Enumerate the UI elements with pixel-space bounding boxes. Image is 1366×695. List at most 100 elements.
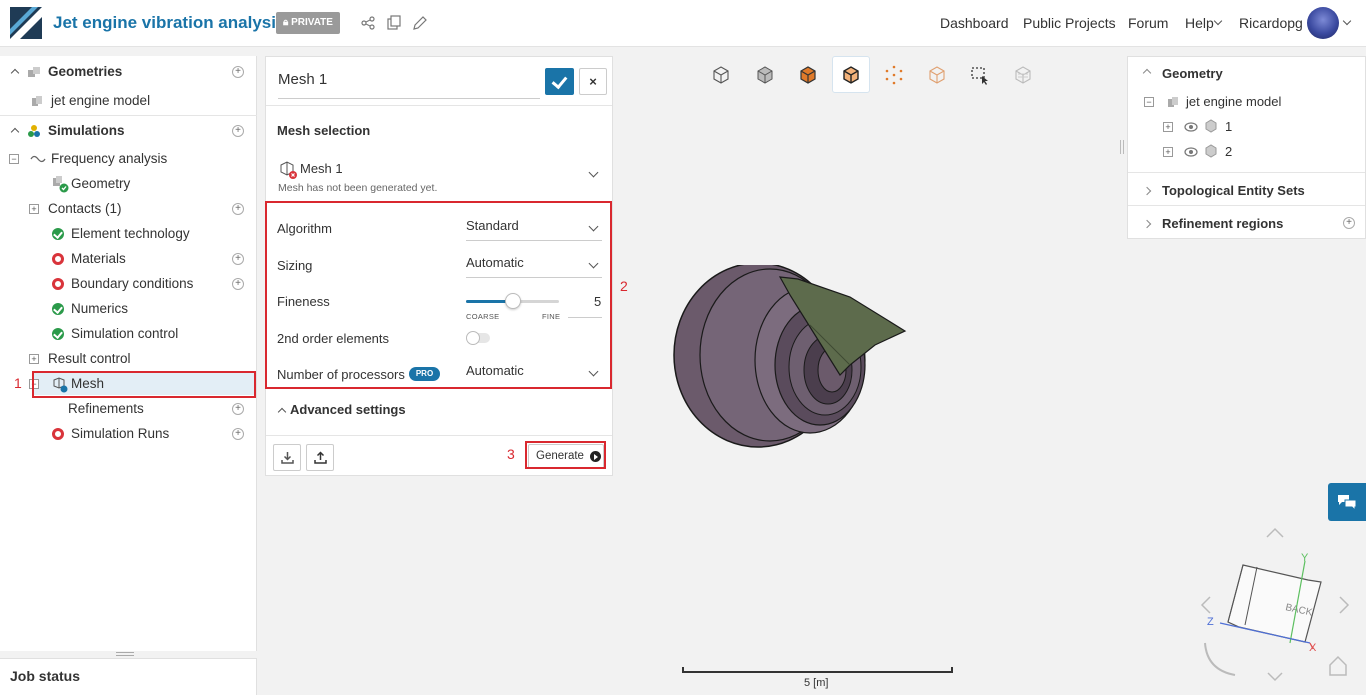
user-chevron-down-icon[interactable] xyxy=(1342,16,1352,26)
hidden-parts-cube-icon[interactable] xyxy=(1010,62,1036,88)
expand-icon[interactable]: + xyxy=(1163,147,1173,157)
tree-item-result-control-label: Result control xyxy=(48,351,131,366)
view-edges-cube-icon[interactable] xyxy=(838,62,864,88)
tree-item-result-control[interactable]: + Result control xyxy=(0,348,257,370)
tree-item-simulation-runs[interactable]: Simulation Runs + xyxy=(0,423,257,445)
project-title[interactable]: Jet engine vibration analysis xyxy=(53,13,285,33)
upload-icon xyxy=(314,451,327,464)
simscale-logo-icon[interactable] xyxy=(10,7,42,39)
close-button[interactable]: × xyxy=(579,68,607,95)
add-contact-icon[interactable]: + xyxy=(232,203,244,215)
axis-x-label: X xyxy=(1309,642,1317,654)
copy-icon[interactable] xyxy=(386,15,402,31)
view-points-cube-icon[interactable] xyxy=(881,62,907,88)
rotate-up-icon xyxy=(1266,527,1284,538)
add-refinement-icon[interactable]: + xyxy=(232,403,244,415)
box-select-icon[interactable] xyxy=(967,62,993,88)
divider xyxy=(0,115,257,116)
add-geometry-icon[interactable]: + xyxy=(232,66,244,78)
collapse-icon[interactable]: − xyxy=(9,154,19,164)
add-simulation-icon[interactable]: + xyxy=(232,125,244,137)
panel-resize-grip[interactable] xyxy=(116,652,134,656)
collapse-icon[interactable]: − xyxy=(1144,97,1154,107)
view-transparent-cube-icon[interactable] xyxy=(924,62,950,88)
private-badge-label: PRIVATE xyxy=(291,17,333,28)
tree-item-geometry[interactable]: Geometry xyxy=(0,173,257,195)
tree-simulations[interactable]: Simulations + xyxy=(0,120,257,142)
panel-resize-handle[interactable] xyxy=(1120,140,1124,154)
job-status-panel[interactable]: Job status xyxy=(0,658,257,695)
divider xyxy=(1128,205,1365,206)
status-ok-icon xyxy=(52,328,64,340)
jet-engine-model[interactable] xyxy=(660,265,920,455)
highlight-box-mesh xyxy=(32,371,256,398)
annotation-1: 1 xyxy=(14,375,22,391)
nav-forum[interactable]: Forum xyxy=(1128,15,1168,31)
view-solid-cube-icon[interactable] xyxy=(752,62,778,88)
tree-item-numerics[interactable]: Numerics xyxy=(0,298,257,320)
topological-entity-sets-title[interactable]: Topological Entity Sets xyxy=(1162,183,1305,198)
expand-caret-icon[interactable] xyxy=(1142,219,1152,229)
advanced-caret-icon[interactable] xyxy=(277,407,287,417)
nav-dashboard[interactable]: Dashboard xyxy=(940,15,1009,31)
tree-geometry-jet-engine[interactable]: jet engine model xyxy=(0,90,257,112)
share-icon[interactable] xyxy=(360,15,376,31)
status-error-icon xyxy=(52,428,64,440)
tree-item-simulation-control[interactable]: Simulation control xyxy=(0,323,257,345)
tree-geometries[interactable]: Geometries + xyxy=(0,61,257,83)
avatar[interactable] xyxy=(1307,7,1339,39)
add-boundary-condition-icon[interactable]: + xyxy=(232,278,244,290)
expand-icon[interactable]: + xyxy=(1163,122,1173,132)
add-refinement-region-icon[interactable]: + xyxy=(1343,217,1355,229)
scene-geometry-title[interactable]: Geometry xyxy=(1162,66,1223,81)
expand-caret-icon[interactable] xyxy=(1142,186,1152,196)
nav-help[interactable]: Help xyxy=(1185,15,1214,31)
mesh-name-input[interactable]: Mesh 1 xyxy=(278,67,540,99)
advanced-settings-toggle[interactable]: Advanced settings xyxy=(290,402,406,417)
download-icon xyxy=(281,452,294,464)
tree-item-simulation-control-label: Simulation control xyxy=(71,326,179,341)
edit-pencil-icon[interactable] xyxy=(412,15,428,31)
mesh-select-chevron-down-icon[interactable] xyxy=(588,167,599,178)
selected-mesh-name[interactable]: Mesh 1 xyxy=(300,161,343,176)
chat-button[interactable] xyxy=(1328,483,1366,521)
divider xyxy=(1128,172,1365,173)
view-wireframe-cube-icon[interactable] xyxy=(708,62,734,88)
nav-public-projects[interactable]: Public Projects xyxy=(1023,15,1116,31)
geometry-check-icon xyxy=(53,176,69,193)
mesh-status-note: Mesh has not been generated yet. xyxy=(278,182,438,194)
rotate-right-icon xyxy=(1339,596,1350,614)
eye-icon[interactable] xyxy=(1184,147,1198,157)
user-name[interactable]: Ricardopg xyxy=(1239,15,1303,31)
tree-frequency-analysis[interactable]: − Frequency analysis xyxy=(0,148,257,170)
tree-item-refinements[interactable]: Refinements + xyxy=(0,398,257,420)
download-button[interactable] xyxy=(273,444,301,471)
tree-item-materials[interactable]: Materials + xyxy=(0,248,257,270)
expand-icon[interactable]: + xyxy=(29,204,39,214)
scene-part-2[interactable]: 2 xyxy=(1225,144,1232,159)
tree-item-contacts[interactable]: + Contacts (1) + xyxy=(0,198,257,220)
axis-z-label: Z xyxy=(1207,616,1214,628)
refinement-regions-title[interactable]: Refinement regions xyxy=(1162,216,1283,231)
expand-icon[interactable]: + xyxy=(29,354,39,364)
rotate-down-icon xyxy=(1267,672,1283,682)
collapse-caret-icon[interactable] xyxy=(10,68,20,78)
status-ok-icon xyxy=(52,228,64,240)
add-simulation-run-icon[interactable]: + xyxy=(232,428,244,440)
simulations-icon xyxy=(28,125,40,137)
navigation-cube[interactable]: BACK Y Z X xyxy=(1195,525,1365,693)
view-solid-edges-cube-icon[interactable] xyxy=(795,62,821,88)
collapse-caret-icon[interactable] xyxy=(10,127,20,137)
scene-part-1[interactable]: 1 xyxy=(1225,119,1232,134)
status-ok-icon xyxy=(52,303,64,315)
upload-button[interactable] xyxy=(306,444,334,471)
eye-icon[interactable] xyxy=(1184,122,1198,132)
confirm-button[interactable] xyxy=(545,68,574,95)
tree-item-element-technology[interactable]: Element technology xyxy=(0,223,257,245)
tree-item-boundary-conditions[interactable]: Boundary conditions + xyxy=(0,273,257,295)
tree-item-refinements-label: Refinements xyxy=(68,401,144,416)
scene-model-label[interactable]: jet engine model xyxy=(1186,94,1281,109)
add-material-icon[interactable]: + xyxy=(232,253,244,265)
help-chevron-down-icon[interactable] xyxy=(1213,16,1223,26)
collapse-caret-icon[interactable] xyxy=(1142,68,1152,78)
